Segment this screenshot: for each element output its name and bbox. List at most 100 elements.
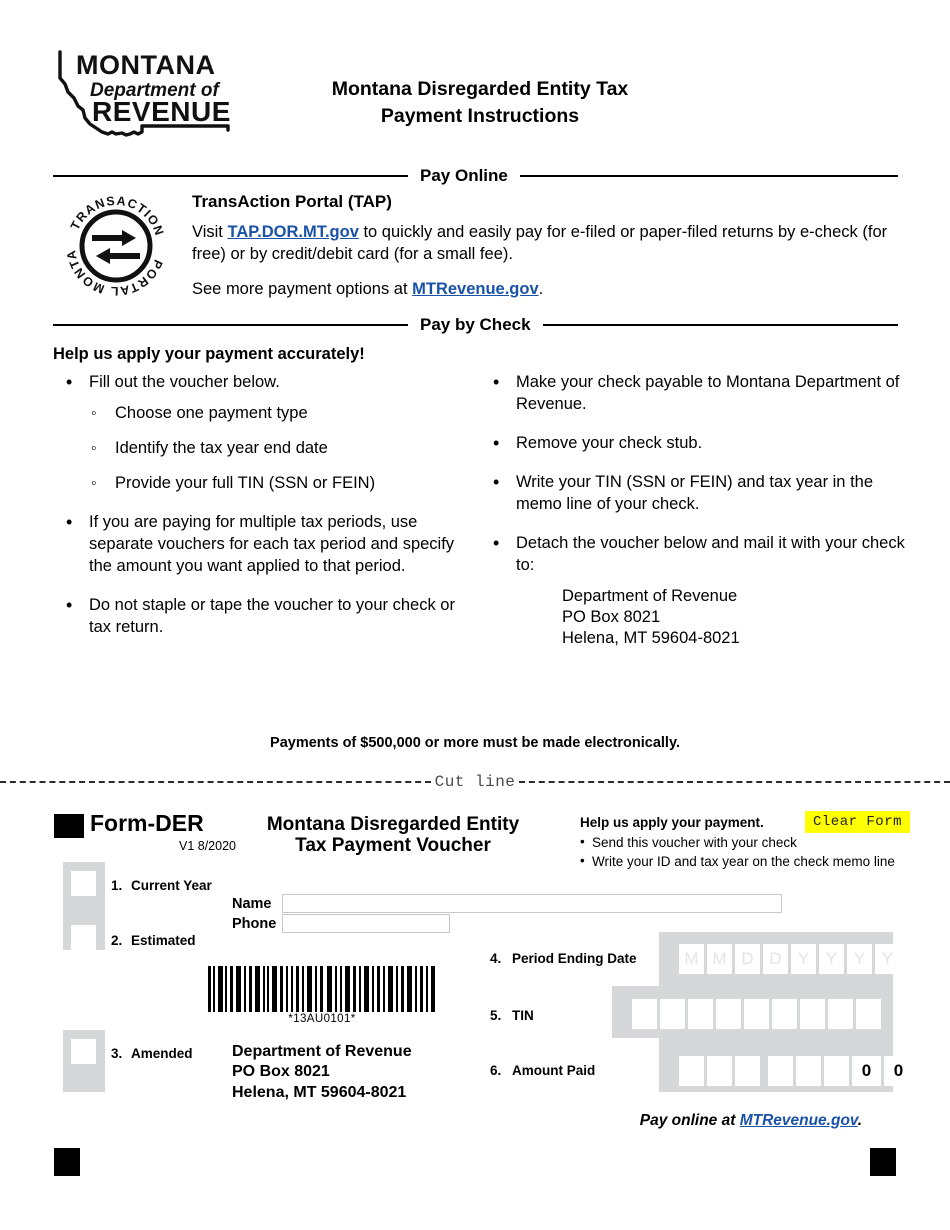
list-item-text: Make your check payable to Montana Depar… — [516, 373, 900, 413]
page-title-line2: Payment Instructions — [380, 104, 580, 127]
form-version: V1 8/2020 — [179, 839, 236, 853]
period-box-mm1[interactable]: M — [679, 944, 704, 974]
tin-box[interactable] — [856, 999, 881, 1029]
amount-box[interactable] — [824, 1056, 849, 1086]
checkbox-estimated[interactable] — [71, 925, 96, 950]
option-label: Current Year — [131, 878, 212, 893]
sub-list-item: Provide your full TIN (SSN or FEIN) — [89, 473, 480, 495]
field-label: TIN — [512, 1008, 534, 1023]
option-label: Estimated — [131, 933, 196, 948]
list-item-text: Detach the voucher below and mail it wit… — [516, 533, 905, 574]
tap-dor-mt-gov-link[interactable]: TAP.DOR.MT.gov — [227, 223, 358, 241]
phone-label: Phone — [232, 915, 277, 932]
tap-portal-title: TransAction Portal (TAP) — [192, 192, 392, 211]
tap-portal-logo: TRANSACTION PORTAL MONTANA — [51, 175, 176, 304]
address-line: Department of Revenue — [232, 1043, 412, 1060]
tin-box[interactable] — [800, 999, 825, 1029]
period-box-mm2[interactable]: M — [707, 944, 732, 974]
tap-paragraph-visit-before: Visit — [192, 223, 228, 241]
tin-box[interactable] — [688, 999, 713, 1029]
voucher-title-line2: Tax Payment Voucher — [295, 835, 491, 857]
amount-box[interactable] — [735, 1056, 760, 1086]
checkbox-current-year[interactable] — [71, 871, 96, 896]
page-title-line1: Montana Disregarded Entity Tax — [331, 78, 629, 100]
tap-portal-logo-svg: TRANSACTION PORTAL MONTANA — [51, 175, 166, 298]
amount-box[interactable] — [796, 1056, 821, 1086]
form-number: Form-DER — [90, 810, 204, 836]
field-number: 6. — [490, 1063, 502, 1078]
tap-paragraph-more-after: . — [538, 279, 544, 298]
list-item: Write your TIN (SSN or FEIN) and tax yea… — [487, 471, 907, 516]
tap-paragraph-more-before: See more payment options at — [192, 279, 413, 298]
phone-input[interactable] — [282, 914, 450, 933]
period-box-dd1[interactable]: D — [735, 944, 760, 974]
label-current-year: 1. Current Year — [111, 878, 212, 893]
period-box-yyyy4[interactable]: Y — [875, 944, 900, 974]
period-box-yyyy1[interactable]: Y — [791, 944, 816, 974]
montana-dor-logo: MONTANA Department of REVENUE — [52, 48, 292, 148]
cut-line: Cut line — [0, 770, 950, 794]
amount-box[interactable] — [707, 1056, 732, 1086]
checkbox-amended[interactable] — [71, 1039, 96, 1064]
list-item: Detach the voucher below and mail it wit… — [487, 532, 907, 649]
tap-paragraph-more-options: See more payment options at MTRevenue.go… — [192, 279, 902, 301]
tin-box[interactable] — [716, 999, 741, 1029]
logo-text-revenue: REVENUE — [92, 96, 231, 127]
tin-boxes — [632, 999, 884, 1029]
option-number: 2. — [111, 933, 123, 948]
amount-cents-box-1[interactable]: 0 — [852, 1056, 881, 1086]
instruction-list-left: Fill out the voucher below. Choose one p… — [60, 371, 480, 639]
clear-form-button[interactable]: Clear Form — [805, 811, 911, 833]
tin-box[interactable] — [744, 999, 769, 1029]
name-input[interactable] — [282, 894, 782, 913]
electronic-payment-notice: Payments of $500,000 or more must be mad… — [270, 735, 680, 751]
voucher-footer: Pay online at MTRevenue.gov. — [0, 1112, 950, 1130]
field-label: Period Ending Date — [512, 951, 637, 966]
period-box-yyyy3[interactable]: Y — [847, 944, 872, 974]
sub-list-item-text: Provide your full TIN (SSN or FEIN) — [115, 473, 376, 492]
label-amended: 3. Amended — [111, 1046, 193, 1061]
barcode-label: *13AU0101* — [288, 1013, 356, 1025]
rule-left — [53, 175, 408, 177]
form-identifier: Form-DER V1 8/2020 — [90, 810, 240, 854]
list-item: If you are paying for multiple tax perio… — [60, 511, 480, 578]
address-line: Helena, MT 59604-8021 — [232, 1083, 407, 1101]
tin-box[interactable] — [772, 999, 797, 1029]
list-item: Make your check payable to Montana Depar… — [487, 371, 907, 416]
amount-box[interactable] — [679, 1056, 704, 1086]
sub-list-item: Choose one payment type — [89, 403, 480, 425]
tin-box[interactable] — [828, 999, 853, 1029]
name-row: Name — [232, 894, 782, 913]
field-number: 5. — [490, 1008, 502, 1023]
montana-dor-logo-svg: MONTANA Department of REVENUE — [58, 50, 231, 137]
tin-box[interactable] — [660, 999, 685, 1029]
field-number: 4. — [490, 951, 502, 966]
period-box-dd2[interactable]: D — [763, 944, 788, 974]
amount-box[interactable] — [768, 1056, 793, 1086]
rule-left — [53, 324, 408, 326]
address-line: PO Box 8021 — [562, 607, 661, 626]
voucher-title: Montana Disregarded Entity Tax Payment V… — [228, 814, 558, 857]
period-box-yyyy2[interactable]: Y — [819, 944, 844, 974]
address-line: Helena, MT 59604-8021 — [562, 628, 740, 647]
amount-cents-box-2[interactable]: 0 — [884, 1056, 913, 1086]
page-title: Montana Disregarded Entity Tax Payment I… — [265, 76, 695, 129]
option-number: 1. — [111, 878, 123, 893]
mtrevenue-gov-link[interactable]: MTRevenue.gov — [412, 280, 539, 298]
section-heading-pay-online: Pay Online — [53, 166, 898, 186]
list-item: Remove your check stub. — [487, 432, 907, 456]
voucher-help-item: Send this voucher with your check — [580, 832, 910, 852]
logo-text-montana: MONTANA — [76, 50, 215, 80]
section-heading-pay-by-check: Pay by Check — [53, 315, 898, 335]
tin-box[interactable] — [632, 999, 657, 1029]
amount-paid-boxes: 0 0 — [679, 1056, 916, 1086]
list-item: Do not staple or tape the voucher to you… — [60, 594, 480, 639]
voucher-footer-after: . — [857, 1112, 862, 1129]
field-label: Amount Paid — [512, 1063, 596, 1078]
period-ending-date-boxes: M M D D Y Y Y Y — [679, 944, 903, 974]
address-line: PO Box 8021 — [232, 1063, 330, 1081]
voucher-help-item: Write your ID and tax year on the check … — [580, 851, 910, 871]
rule-right — [519, 175, 898, 177]
label-estimated: 2. Estimated — [111, 933, 196, 948]
voucher-mtrevenue-link[interactable]: MTRevenue.gov — [740, 1112, 858, 1129]
